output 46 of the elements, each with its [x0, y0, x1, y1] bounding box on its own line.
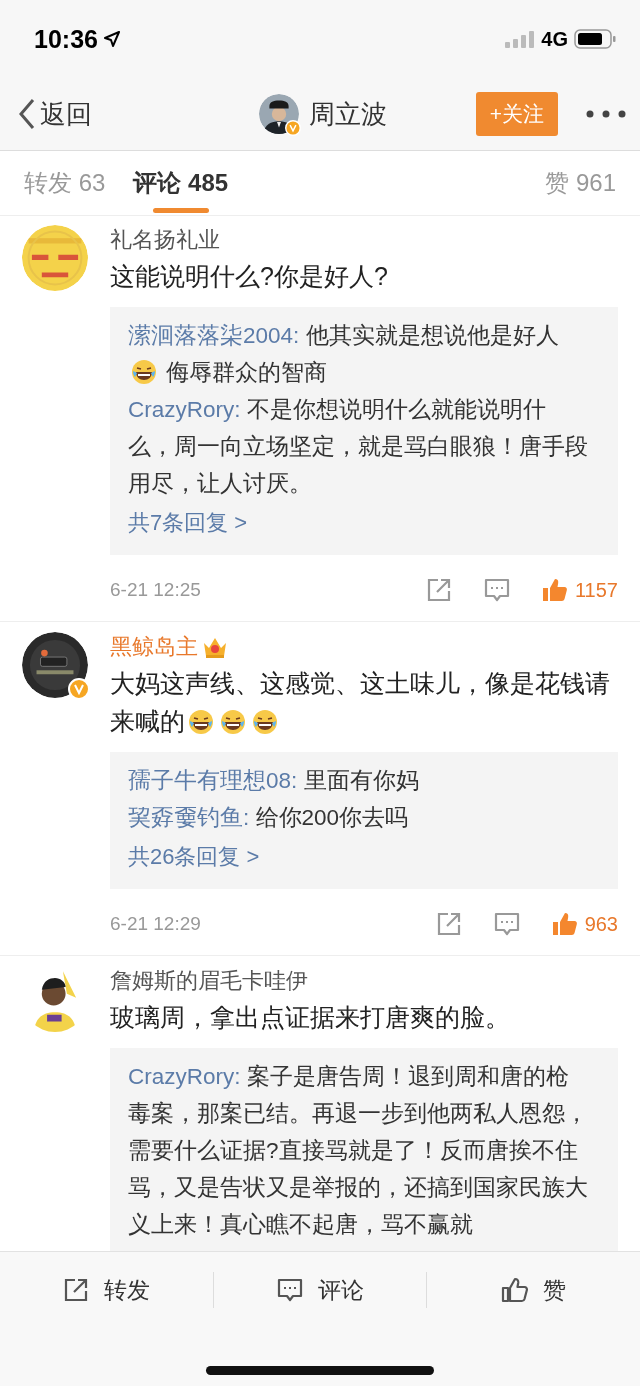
thumbs-up-icon[interactable]: [550, 910, 579, 938]
laughing-emoji-icon: [188, 709, 214, 735]
tab[interactable]: 转发 63: [24, 151, 106, 215]
like-count: 963: [584, 912, 618, 936]
status-time: 10:36: [34, 24, 98, 54]
back-button[interactable]: 返回: [18, 96, 92, 132]
location-arrow-icon: [103, 31, 120, 47]
more-replies-link[interactable]: 共7条回复 >: [128, 504, 248, 541]
more-replies-link[interactable]: 共26条回复 >: [128, 838, 260, 875]
reply-author[interactable]: 巭孬嫑钓鱼:: [128, 805, 250, 830]
reply-author[interactable]: 潆洄落落柒2004:: [128, 323, 300, 348]
comment-text: 这能说明什么?你是好人?: [110, 261, 389, 292]
follow-button[interactable]: +关注: [475, 92, 558, 136]
comment-text: 玻璃周，拿出点证据来打唐爽的脸。: [110, 1002, 511, 1033]
laughing-emoji-icon: [220, 709, 246, 735]
reply-text: 孺子牛有理想08: 里面有你妈: [128, 767, 420, 795]
laughing-emoji-icon: [131, 359, 157, 385]
network-label: 4G: [541, 27, 568, 51]
reply-text: 潆洄落落柒2004: 他其实就是想说他是好人 侮辱群众的智商: [128, 322, 560, 387]
battery-icon: [574, 29, 616, 49]
more-icon[interactable]: [586, 110, 626, 118]
comment-text: 大妈这声线、这感觉、这土味儿，像是花钱请来喊的: [110, 668, 611, 737]
repost-button[interactable]: 转发: [0, 1272, 214, 1308]
reply-author[interactable]: CrazyRory:: [128, 397, 241, 422]
comment-button[interactable]: 评论: [213, 1272, 428, 1308]
profile-name[interactable]: 周立波: [308, 96, 387, 132]
comment-time: 6-21 12:25: [110, 579, 202, 601]
thumbs-up-icon[interactable]: [541, 576, 569, 604]
like-count: 1157: [575, 578, 618, 602]
reply-author[interactable]: 孺子牛有理想08:: [128, 768, 298, 793]
comment-icon[interactable]: [276, 1276, 304, 1304]
reply-text: 巭孬嫑钓鱼: 给你200你去吗: [128, 804, 410, 832]
laughing-emoji-icon: [252, 709, 278, 735]
username[interactable]: 礼名扬礼业: [110, 225, 220, 255]
username[interactable]: 黑鲸岛主: [110, 632, 198, 662]
reply-text: CrazyRory: 案子是唐告周！退到周和唐的枪毒案，那案已结。再退一步到他两私人恩怨，需要什么证据?直接骂就是了！反而唐挨不住骂，又是告状又是举报的，还搞到国家民族大义上来！真心瞧不起唐，骂不赢就: [128, 1063, 588, 1239]
like-button[interactable]: 赞: [427, 1272, 640, 1308]
tab[interactable]: 赞 961: [545, 151, 616, 215]
thumbs-up-icon[interactable]: [501, 1276, 530, 1304]
signal-icon: [505, 30, 536, 48]
reply-text: CrazyRory: 不是你想说明什么就能说明什么，周一向立场坚定，就是骂白眼狼！唐手段用尽，让人讨厌。: [128, 396, 588, 498]
username[interactable]: 詹姆斯的眉毛卡哇伊: [110, 966, 308, 996]
back-chevron-icon[interactable]: [18, 98, 36, 130]
tab[interactable]: 评论 485: [133, 151, 229, 215]
reply-author[interactable]: CrazyRory:: [128, 1064, 241, 1089]
comment-time: 6-21 12:29: [110, 913, 202, 935]
